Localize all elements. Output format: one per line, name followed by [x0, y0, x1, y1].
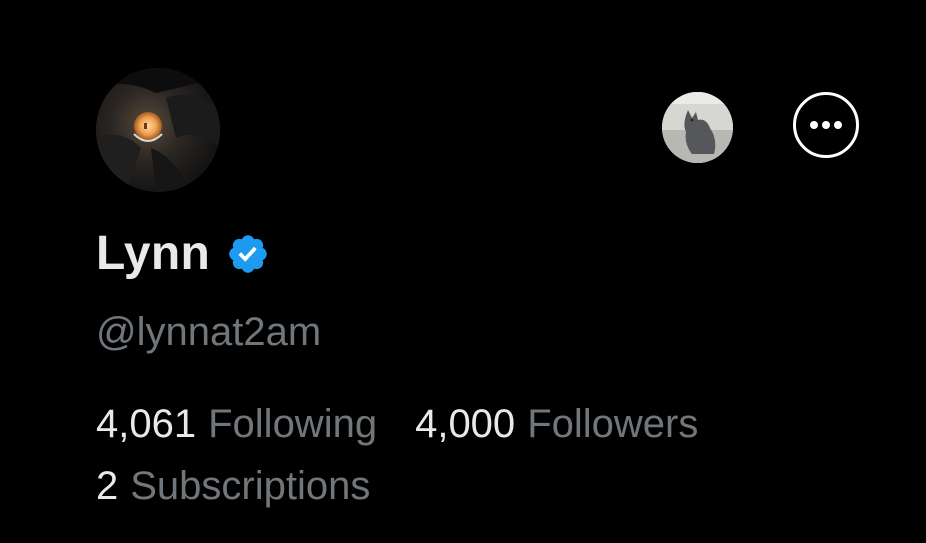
- followers-link[interactable]: 4,000 Followers: [415, 396, 698, 452]
- followers-count: 4,000: [415, 402, 516, 446]
- following-count: 4,061: [96, 402, 197, 446]
- user-handle: @lynnat2am: [96, 310, 322, 354]
- avatar-image: [96, 68, 220, 192]
- follow-stats: 4,061 Following 4,000 Followers: [96, 396, 698, 452]
- cat-avatar-image: [662, 92, 733, 163]
- following-label: Following: [208, 402, 378, 446]
- followers-label: Followers: [527, 402, 699, 446]
- verified-badge-icon[interactable]: [226, 232, 270, 276]
- profile-header: Lynn @lynnat2am 4,061 Following 4,000 Fo…: [0, 0, 926, 543]
- subscriptions-link[interactable]: 2 Subscriptions: [96, 458, 370, 514]
- name-row: Lynn: [96, 222, 270, 286]
- display-name: Lynn: [96, 227, 211, 280]
- subscriptions-stats: 2 Subscriptions: [96, 458, 370, 514]
- more-options-button[interactable]: [793, 92, 859, 158]
- subscription-avatar[interactable]: [662, 92, 733, 163]
- following-link[interactable]: 4,061 Following: [96, 396, 377, 452]
- subscriptions-count: 2: [96, 464, 119, 508]
- profile-avatar[interactable]: [96, 68, 220, 192]
- more-options-icon: [810, 121, 842, 129]
- subscriptions-label: Subscriptions: [130, 464, 371, 508]
